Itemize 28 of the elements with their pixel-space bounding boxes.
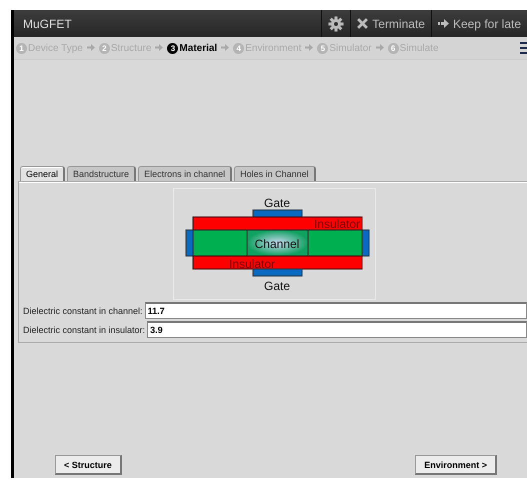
field-label: Dielectric constant in insulator: (23, 324, 146, 334)
arrow-right-icon (376, 43, 384, 53)
input-field[interactable]: 11.7 (144, 302, 527, 319)
tab[interactable]: General (20, 166, 66, 181)
step-item[interactable]: 3 Material (167, 42, 218, 54)
step-number: 1 (16, 42, 27, 54)
step-number: 4 (233, 42, 244, 54)
step-number: 3 (167, 42, 178, 54)
step-number: 5 (317, 42, 328, 54)
arrow-right-icon (221, 43, 230, 53)
field-label: Dielectric constant in channel: (23, 306, 143, 316)
arrow-right-icon (86, 43, 95, 53)
tab[interactable]: Holes in Channel (234, 166, 316, 181)
arrow-right-icon (438, 19, 449, 28)
menu-icon[interactable] (520, 42, 527, 54)
input-field[interactable]: 3.9 (147, 321, 527, 338)
step-number: 2 (98, 42, 110, 54)
settings-icon (328, 16, 344, 32)
tab[interactable]: Electrons in channel (138, 166, 232, 181)
arrow-right-icon (305, 43, 314, 53)
tab[interactable]: Bandstructure (67, 166, 136, 181)
back-button[interactable]: < Structure (55, 455, 122, 475)
window-title: MuGFET (22, 16, 73, 30)
arrow-right-icon (155, 43, 164, 53)
finfet-structure-drawing: Gate Insulator Channel Insulator Gate (173, 188, 376, 300)
close-icon (357, 18, 368, 29)
step-number: 6 (388, 42, 399, 54)
next-button[interactable]: Environment > (415, 455, 497, 475)
